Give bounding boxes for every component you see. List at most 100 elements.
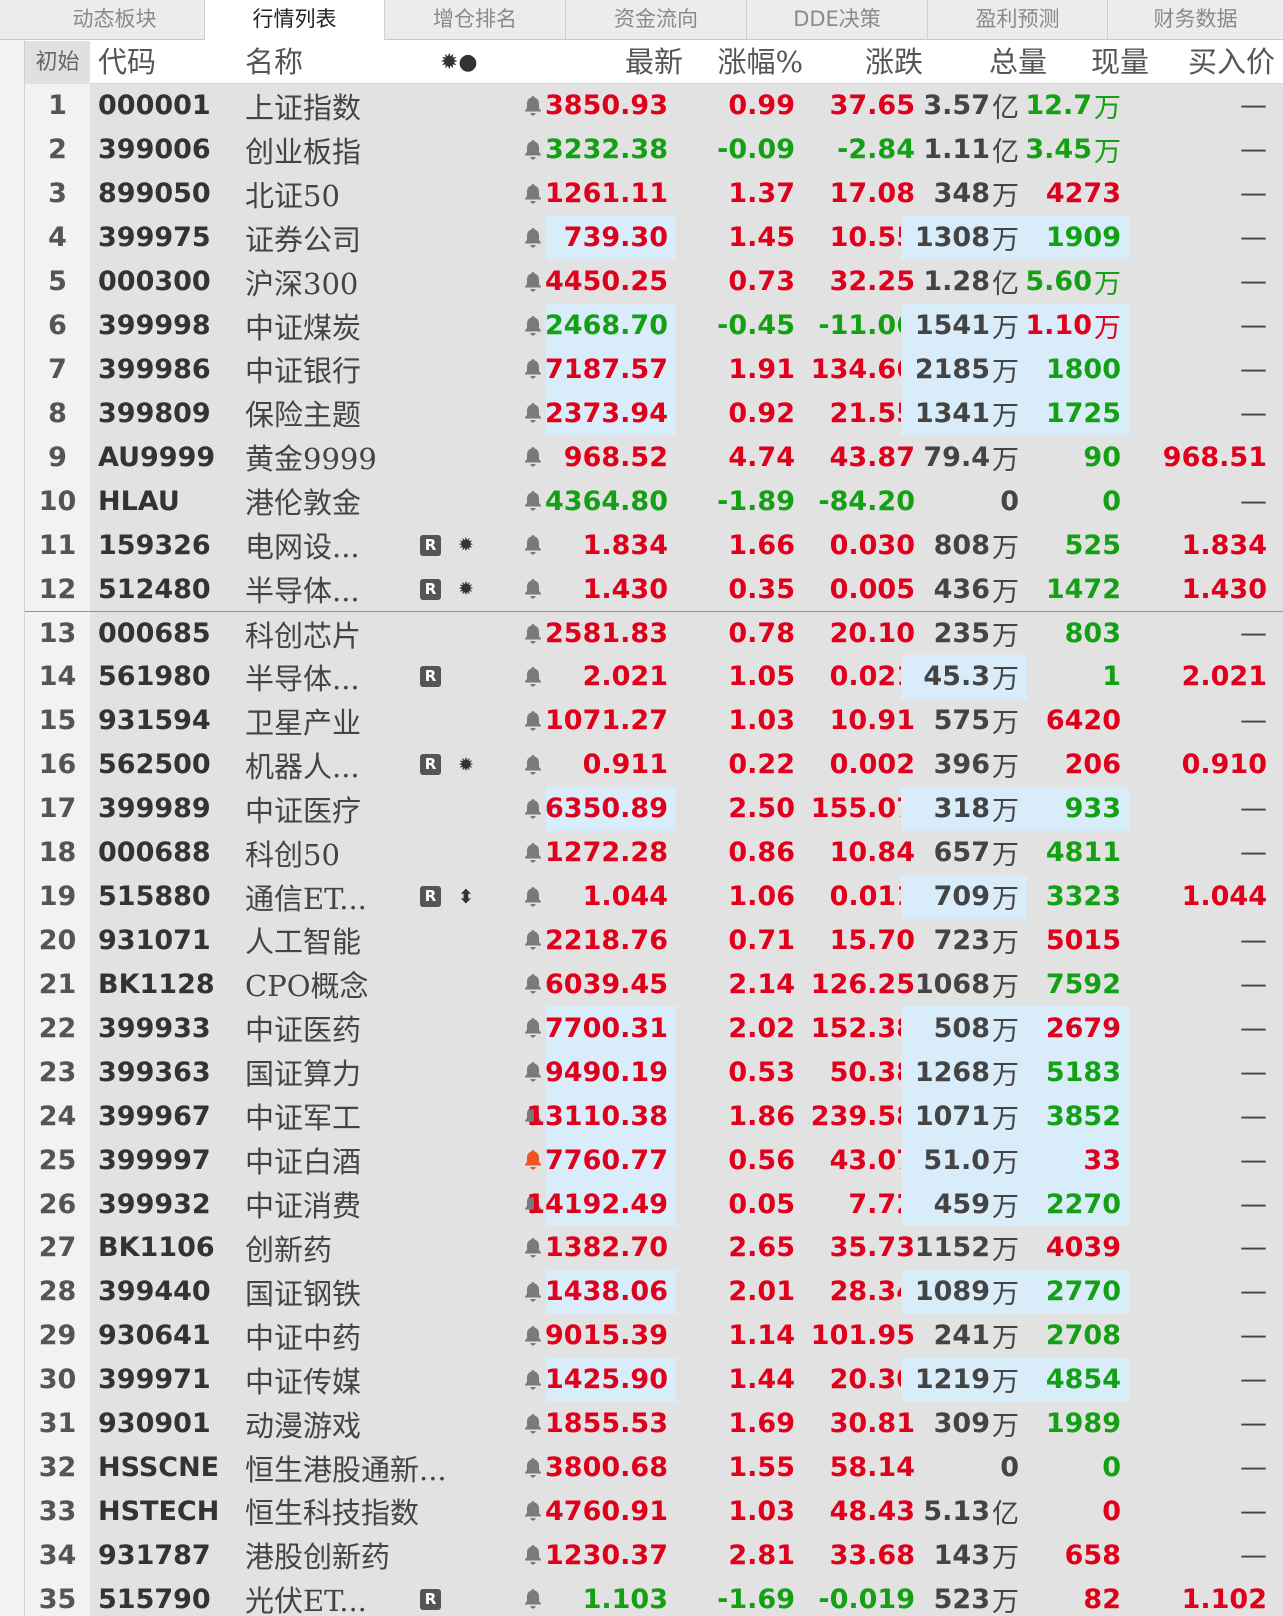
table-row[interactable]: 25 399997 中证白酒 7760.77 0.56 43.07 51.0 万 33— xyxy=(25,1138,1283,1183)
bell-icon[interactable] xyxy=(520,172,546,216)
bell-icon[interactable] xyxy=(520,523,546,567)
bell-icon[interactable] xyxy=(520,1358,546,1402)
bell-icon[interactable] xyxy=(520,1490,546,1534)
table-row[interactable]: 16 562500 机器人... R ✹ 0.911 0.22 0.002 396 万 206 0.9… xyxy=(25,742,1283,787)
bell-icon[interactable] xyxy=(520,787,546,831)
stock-name: 中证医疗 xyxy=(245,793,362,828)
table-row[interactable]: 22 399933 中证医药 7700.31 2.02 152.38 508 万 2679— xyxy=(25,1006,1283,1051)
bell-icon[interactable] xyxy=(520,1533,546,1577)
volume-unit: 万 xyxy=(992,621,1019,653)
table-row[interactable]: 28 399440 国证钢铁 1438.06 2.01 28.34 1089 万 2770— xyxy=(25,1269,1283,1314)
table-row[interactable]: 24 399967 中证军工 13110.38 1.86 239.58 1071 万 3852— xyxy=(25,1094,1283,1139)
table-row[interactable]: 14 561980 半导体... R 2.021 1.05 0.021 45.3 万 1 2.021 xyxy=(25,654,1283,699)
table-row[interactable]: 26 399932 中证消费 14192.49 0.05 7.72 459 万 2270— xyxy=(25,1182,1283,1226)
bell-icon[interactable] xyxy=(520,260,546,304)
table-row[interactable]: 21 BK1128 CPO概念 6039.45 2.14 126.25 1068 万 7592— xyxy=(25,962,1283,1007)
bell-icon[interactable] xyxy=(520,128,546,172)
table-row[interactable]: 15 931594 卫星产业 1071.27 1.03 10.91 575 万 6420— xyxy=(25,698,1283,743)
table-row[interactable]: 31 930901 动漫游戏 1855.53 1.69 30.81 309 万 1989— xyxy=(25,1401,1283,1446)
bell-icon[interactable] xyxy=(520,1050,546,1094)
table-row[interactable]: 27 BK1106 创新药 1382.70 2.65 35.73 1152 万 4039— xyxy=(25,1225,1283,1270)
bell-icon[interactable] xyxy=(520,391,546,435)
header-name[interactable]: 名称 xyxy=(245,41,303,84)
table-row[interactable]: 20 931071 人工智能 2218.76 0.71 15.70 723 万 5015— xyxy=(25,918,1283,963)
bell-icon[interactable] xyxy=(520,1270,546,1314)
table-row[interactable]: 29 930641 中证中药 9015.39 1.14 101.95 241 万 2708— xyxy=(25,1313,1283,1358)
change-percent: 2.14 xyxy=(728,968,795,1000)
table-row[interactable]: 2 399006 创业板指 3232.38 -0.09 -2.84 1.11 亿 3.45 万 — xyxy=(25,127,1283,172)
bell-icon[interactable] xyxy=(520,216,546,260)
bell-icon[interactable] xyxy=(520,479,546,523)
tab-financial-data[interactable]: 财务数据 xyxy=(1108,0,1283,40)
bell-icon[interactable] xyxy=(520,875,546,919)
table-row[interactable]: 23 399363 国证算力 9490.19 0.53 50.38 1268 万 5183— xyxy=(25,1050,1283,1095)
bell-icon[interactable] xyxy=(520,831,546,875)
volume-value: 318 xyxy=(933,793,990,825)
bell-icon[interactable] xyxy=(520,655,546,699)
table-row[interactable]: 33 HSTECH 恒生科技指数 4760.91 1.03 48.43 5.13 亿 0— xyxy=(25,1489,1283,1534)
table-row[interactable]: 11 159326 电网设... R ✹ 1.834 1.66 0.030 808 万 525 1.8… xyxy=(25,523,1283,568)
table-row[interactable]: 30 399971 中证传媒 1425.90 1.44 20.30 1219 万 4854— xyxy=(25,1357,1283,1402)
table-row[interactable]: 35 515790 光伏ET... R 1.103 -1.69 -0.019 523 万 82 1.… xyxy=(25,1577,1283,1616)
row-index: 27 xyxy=(25,1225,90,1270)
table-row[interactable]: 5 000300 沪深300 4450.25 0.73 32.25 1.28 亿 5.60 万 — xyxy=(25,259,1283,304)
tab-fund-flow[interactable]: 资金流向 xyxy=(566,0,747,40)
bell-icon[interactable] xyxy=(520,1577,546,1616)
stock-code: 931594 xyxy=(98,705,211,737)
bell-icon[interactable] xyxy=(520,84,546,128)
bell-icon[interactable] xyxy=(520,1226,546,1270)
table-row[interactable]: 19 515880 通信ET... R ⬍ 1.044 1.06 0.011 709 万 3323 1… xyxy=(25,874,1283,919)
bell-icon[interactable] xyxy=(520,1314,546,1358)
volume-value: 1.28 xyxy=(923,266,990,298)
table-row[interactable]: 13 000685 科创芯片 2581.83 0.78 20.10 235 万 803— xyxy=(25,611,1283,655)
tab-position-ranking[interactable]: 增仓排名 xyxy=(385,0,566,40)
bell-icon[interactable] xyxy=(520,435,546,479)
stock-name: 国证算力 xyxy=(245,1057,362,1092)
total-volume: 348 万 xyxy=(901,172,1027,216)
tab-earnings-forecast[interactable]: 盈利预测 xyxy=(928,0,1108,40)
table-row[interactable]: 4 399975 证券公司 739.30 1.45 10.55 1308 万 1909— xyxy=(25,215,1283,260)
table-row[interactable]: 32 HSSCNE 恒生港股通新... 3800.68 1.55 58.14 0 0— xyxy=(25,1445,1283,1490)
bell-icon[interactable] xyxy=(520,304,546,348)
tab-dde-decision[interactable]: DDE决策 xyxy=(747,0,928,40)
header-bid[interactable]: 买入价 xyxy=(1149,41,1275,84)
bell-icon[interactable] xyxy=(520,567,546,611)
bell-icon[interactable] xyxy=(520,612,546,655)
table-row[interactable]: 1 000001 上证指数 3850.93 0.99 37.65 3.57 亿 12.7 万 — xyxy=(25,84,1283,128)
table-row[interactable]: 8 399809 保险主题 2373.94 0.92 21.55 1341 万 1725— xyxy=(25,391,1283,436)
header-flags[interactable]: ✹● xyxy=(440,41,478,84)
table-row[interactable]: 17 399989 中证医疗 6350.89 2.50 155.07 318 万 933— xyxy=(25,786,1283,831)
bell-icon[interactable] xyxy=(520,348,546,392)
current-volume-value: 933 xyxy=(1064,793,1121,825)
table-row[interactable]: 12 512480 半导体... R ✹ 1.430 0.35 0.005 436 万 1472 1.… xyxy=(25,567,1283,612)
table-row[interactable]: 3 899050 北证50 1261.11 1.37 17.08 348 万 4273— xyxy=(25,171,1283,216)
header-price[interactable]: 最新 xyxy=(545,41,683,84)
table-row[interactable]: 18 000688 科创50 1272.28 0.86 10.84 657 万 4811— xyxy=(25,830,1283,875)
table-row[interactable]: 34 931787 港股创新药 1230.37 2.81 33.68 143 万 658— xyxy=(25,1533,1283,1578)
bell-icon[interactable] xyxy=(520,699,546,743)
bell-icon[interactable] xyxy=(520,1402,546,1446)
header-index[interactable]: 初始 xyxy=(25,41,90,84)
bell-icon[interactable] xyxy=(520,962,546,1006)
header-change[interactable]: 涨跌 xyxy=(803,41,923,84)
bell-icon[interactable] xyxy=(520,743,546,787)
change-percent: 0.53 xyxy=(728,1056,795,1088)
header-volume[interactable]: 总量 xyxy=(923,41,1047,84)
bell-icon[interactable] xyxy=(520,1446,546,1490)
bell-icon[interactable] xyxy=(520,1006,546,1050)
last-price: 1272.28 xyxy=(545,837,668,869)
bell-icon[interactable] xyxy=(520,1138,546,1182)
table-row[interactable]: 6 399998 中证煤炭 2468.70 -0.45 -11.06 1541 万 1.10 万 — xyxy=(25,303,1283,348)
table-row[interactable]: 10 HLAU 港伦敦金 4364.80 -1.89 -84.20 0 0— xyxy=(25,479,1283,524)
header-pct[interactable]: 涨幅% xyxy=(683,41,803,84)
stock-code: BK1106 xyxy=(98,1232,215,1264)
bell-icon[interactable] xyxy=(520,919,546,963)
table-row[interactable]: 9 AU9999 黄金9999 968.52 4.74 43.87 79.4 万 90 968.5… xyxy=(25,435,1283,480)
tab-quote-list[interactable]: 行情列表 xyxy=(205,0,385,41)
header-code[interactable]: 代码 xyxy=(98,41,156,84)
tab-dynamic-sector[interactable]: 动态板块 xyxy=(25,0,205,40)
total-volume: 436 万 xyxy=(901,567,1027,611)
table-row[interactable]: 7 399986 中证银行 7187.57 1.91 134.66 2185 万 1800— xyxy=(25,347,1283,392)
bid-price: — xyxy=(1240,1320,1267,1352)
header-current[interactable]: 现量 xyxy=(1047,41,1149,84)
